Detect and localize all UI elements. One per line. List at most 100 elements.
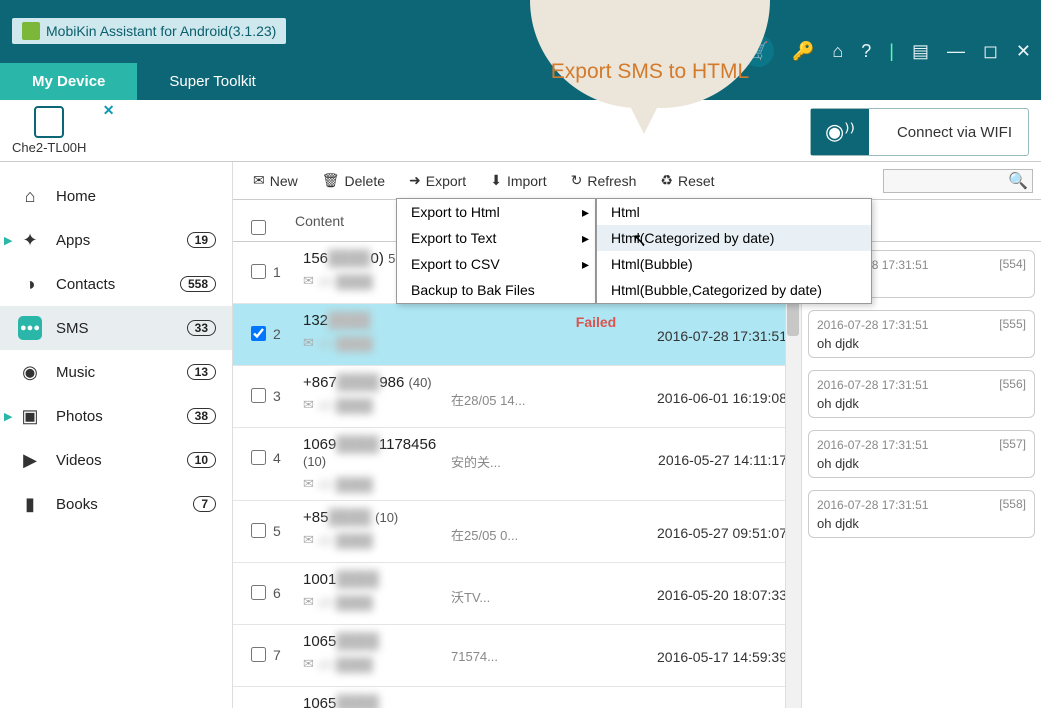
row-checkbox[interactable] [251,523,266,538]
sidebar-item-label: Books [56,496,98,513]
column-content: Content [273,213,344,229]
row-date: 2016-05-17 14:59:39 [631,633,791,665]
delete-button[interactable]: 🗑 Delete [312,168,395,193]
msg-index: [557] [999,437,1026,451]
app-title: MobiKin Assistant for Android(3.1.23) [12,18,286,44]
submenu-html-categorized[interactable]: Html(Categorized by date) [597,225,871,251]
row-number: 1065████ [303,633,451,650]
row-status [561,509,631,511]
device-close-icon[interactable]: ✕ [103,102,115,119]
home-icon[interactable]: ⌂ [832,41,843,62]
tab-my-device[interactable]: My Device [0,63,137,100]
select-all-checkbox[interactable] [251,220,266,235]
row-status [561,571,631,573]
device-name: Che2-TL00H [12,140,86,155]
key-icon[interactable]: 🔑 [792,41,814,62]
sidebar-item-home[interactable]: ⌂ Home [0,174,232,218]
device-tab[interactable]: Che2-TL00H ✕ [12,106,86,155]
row-checkbox[interactable] [251,647,266,662]
expand-icon[interactable]: ▶ [4,234,12,247]
reset-button[interactable]: ♻Reset [650,168,724,193]
submenu-html-bubble-categorized[interactable]: Html(Bubble,Categorized by date) [597,277,871,303]
submenu-html[interactable]: Html [597,199,871,225]
menu-backup-bak[interactable]: Backup to Bak Files [397,277,595,303]
sidebar-item-label: Apps [56,232,90,249]
submenu-html-bubble[interactable]: Html(Bubble) [597,251,871,277]
sidebar-item-sms[interactable]: ●●● SMS 33 [0,306,232,350]
table-row[interactable]: 81065████ ✉ oh ████2016-05-14 16:19:03 [233,687,801,708]
menu-export-csv[interactable]: Export to CSV▸ [397,251,595,277]
export-label: Export [426,173,466,189]
table-row[interactable]: 61001████ ✉ oh ████沃TV...2016-05-20 18:0… [233,563,801,625]
sidebar-item-label: Contacts [56,276,115,293]
table-row[interactable]: 5+85████ (10)✉ oh ████在25/05 0...2016-05… [233,501,801,563]
music-icon: ◉ [18,360,42,384]
sidebar-item-apps[interactable]: ▶ ✦ Apps 19 [0,218,232,262]
row-date: 2016-06-01 16:19:08 [631,374,791,406]
msg-text: oh djdk [817,456,1026,471]
row-status [561,633,631,635]
row-status [561,695,631,697]
sms-icon: ●●● [18,316,42,340]
row-index: 8 [273,695,297,708]
expand-icon[interactable]: ▶ [4,410,12,423]
row-number: 132████ [303,312,561,329]
chat-message: 2016-07-28 17:31:51[557]oh djdk [808,430,1035,478]
tab-super-toolkit[interactable]: Super Toolkit [137,63,287,100]
table-row[interactable]: 3+867████986 (40)✉ oh ████在28/05 14...20… [233,366,801,428]
sidebar-item-music[interactable]: ◉ Music 13 [0,350,232,394]
table-row[interactable]: 2132████ ✉ oh ████Failed2016-07-28 17:31… [233,304,801,366]
chat-message: 2016-07-28 17:31:51[555]oh djdk [808,310,1035,358]
import-button[interactable]: ⬇Import [480,168,556,193]
row-checkbox[interactable] [251,326,266,341]
minimize-icon[interactable]: — [947,41,965,62]
reset-icon: ♻ [660,172,673,189]
row-checkbox[interactable] [251,585,266,600]
row-status [561,374,631,376]
row-date: 2016-05-14 16:19:03 [631,695,791,708]
row-checkbox[interactable] [251,264,266,279]
chevron-right-icon: ▸ [582,204,589,221]
msg-index: [556] [999,377,1026,391]
row-number: 1069████1178456 (10) [303,436,451,470]
refresh-button[interactable]: ↻Refresh [561,168,647,193]
table-row[interactable]: 71065████ ✉ oh ████71574...2016-05-17 14… [233,625,801,687]
row-number: 1001████ [303,571,451,588]
books-icon: ▮ [18,492,42,516]
row-snippet: 在25/05 0... [451,509,561,544]
row-date: 2016-05-27 14:11:17 [631,436,791,468]
scrollbar[interactable] [785,242,801,708]
export-html-submenu: Html Html(Categorized by date) Html(Bubb… [596,198,872,304]
sidebar-item-photos[interactable]: ▶ ▣ Photos 38 [0,394,232,438]
new-button[interactable]: ✉New [243,168,308,193]
row-index: 3 [273,374,297,404]
row-checkbox[interactable] [251,450,266,465]
delete-label: Delete [345,173,385,189]
sidebar-item-contacts[interactable]: ◑ Contacts 558 [0,262,232,306]
menu-export-text[interactable]: Export to Text▸ [397,225,595,251]
row-sub: ✉ oh ████ [303,594,451,610]
msg-timestamp: 2016-07-28 17:31:51 [817,378,928,392]
close-icon[interactable]: ✕ [1016,41,1031,62]
connect-wifi-label: Connect via WIFI [881,114,1028,151]
table-row[interactable]: 41069████1178456 (10)✉ oh ████安的关...2016… [233,428,801,501]
sidebar-item-videos[interactable]: ▶ Videos 10 [0,438,232,482]
callout: Export SMS to HTML [530,0,770,140]
row-checkbox[interactable] [251,388,266,403]
menu-export-html[interactable]: Export to Html▸ [397,199,595,225]
row-number: +867████986 (40) [303,374,451,391]
maximize-icon[interactable]: ◻ [983,41,998,62]
feedback-icon[interactable]: ▤ [912,41,929,62]
connect-wifi-button[interactable]: ◉⁾⁾ Connect via WIFI [810,108,1029,156]
search-input[interactable]: 🔍 [883,169,1033,193]
refresh-label: Refresh [587,173,636,189]
phone-icon [34,106,64,138]
msg-timestamp: 2016-07-28 17:31:51 [817,318,928,332]
help-icon[interactable]: ? [861,41,871,62]
msg-text: oh djdk [817,396,1026,411]
trash-icon: 🗑 [322,172,340,189]
badge: 19 [187,232,216,248]
sidebar-item-books[interactable]: ▮ Books 7 [0,482,232,526]
export-button[interactable]: ➜Export [399,168,476,193]
row-date: 2016-05-27 09:51:07 [631,509,791,541]
